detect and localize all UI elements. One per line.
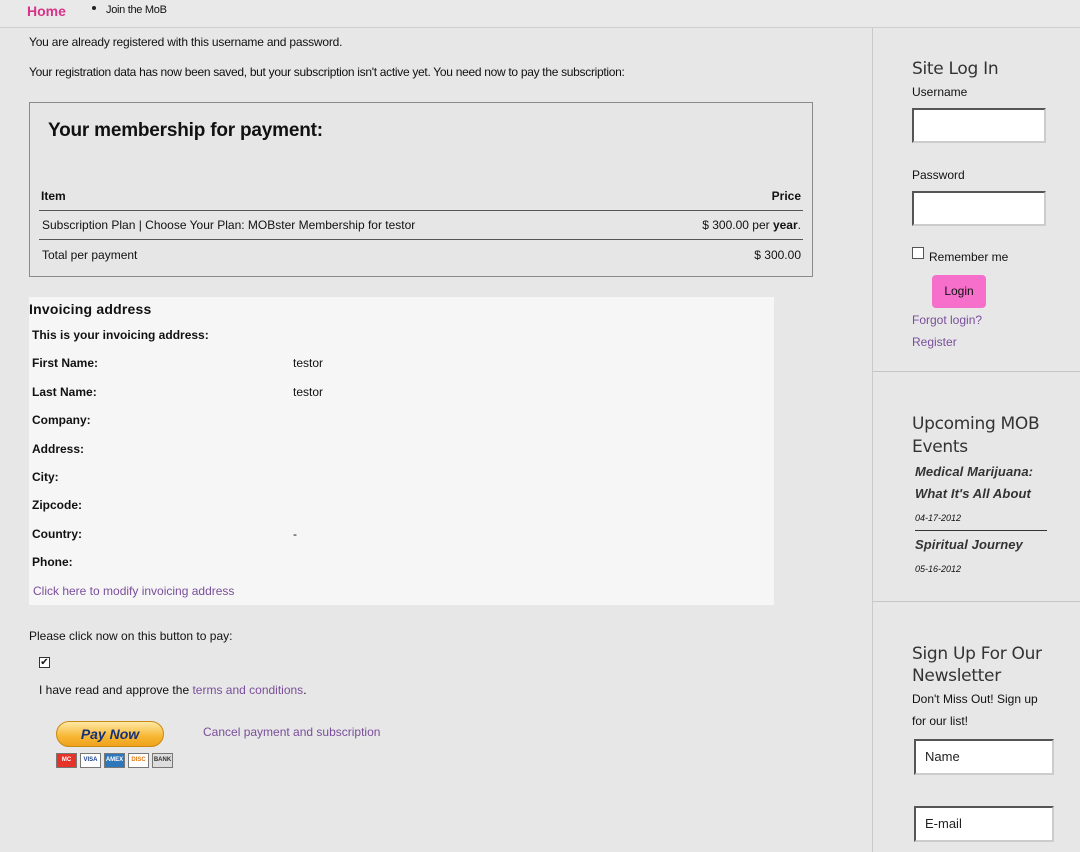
paypal-pay-now-button[interactable]: Pay Now [56, 721, 164, 747]
price-period: year [772, 218, 798, 232]
newsletter-title-line2: Newsletter [912, 666, 1001, 686]
invoicing-title: Invoicing address [29, 301, 152, 317]
field-value: - [293, 527, 297, 541]
field-label: Address: [32, 442, 85, 456]
field-label: Last Name: [32, 385, 97, 399]
event-date: 05-16-2012 [915, 564, 962, 574]
invoice-field-country: Country: - [32, 527, 632, 543]
total-price: $ 300.00 [754, 248, 801, 262]
nav-home-link[interactable]: Home [27, 3, 66, 19]
divider [39, 239, 803, 240]
event-date: 04-17-2012 [915, 513, 962, 523]
terms-suffix: . [303, 683, 307, 697]
divider [915, 530, 1047, 531]
column-header-item: Item [41, 189, 66, 203]
invoice-field-address: Address: [32, 442, 632, 458]
login-title: Site Log In [912, 59, 999, 79]
price-end: . [797, 218, 801, 232]
invoicing-address-panel: Invoicing address This is your invoicing… [29, 297, 774, 605]
top-navigation: Home Join the MoB [0, 0, 1080, 28]
registered-message: You are already registered with this use… [29, 35, 343, 49]
field-label: First Name: [32, 356, 99, 370]
event-title-line2[interactable]: What It's All About [915, 483, 1031, 505]
forgot-login-link[interactable]: Forgot login? [912, 313, 982, 327]
newsletter-name-input[interactable]: Name [914, 739, 1054, 775]
field-label: City: [32, 470, 59, 484]
terms-checkbox[interactable]: ✔ [39, 657, 50, 668]
price-amount: $ 300.00 per [702, 218, 770, 232]
invoicing-subtitle: This is your invoicing address: [32, 328, 209, 342]
event-title[interactable]: Spiritual Journey [915, 534, 1023, 556]
membership-title: Your membership for payment: [48, 120, 323, 141]
payment-instruction: Please click now on this button to pay: [29, 629, 233, 643]
newsletter-title-line1: Sign Up For Our [912, 644, 1042, 664]
cancel-payment-link[interactable]: Cancel payment and subscription [203, 725, 380, 739]
bullet-icon [92, 6, 96, 10]
payment-cards: MC VISA AMEX DISC BANK [56, 753, 173, 768]
column-header-price: Price [771, 189, 801, 203]
username-label: Username [912, 85, 968, 99]
bank-icon: BANK [152, 753, 173, 768]
events-title-line2: Events [912, 437, 968, 457]
newsletter-text: Don't Miss Out! Sign up for our list! [912, 692, 1038, 728]
event-title-line1[interactable]: Medical Marijuana: [915, 461, 1033, 483]
subscription-price: $ 300.00 per year. [702, 218, 801, 232]
total-label: Total per payment [42, 248, 138, 262]
divider [873, 601, 1080, 602]
field-value: testor [293, 385, 324, 399]
discover-icon: DISC [128, 753, 149, 768]
sidebar: Site Log In Username Password Remember m… [872, 28, 1080, 852]
remember-me-label: Remember me [929, 250, 1009, 264]
terms-link[interactable]: terms and conditions [192, 683, 303, 697]
amex-icon: AMEX [104, 753, 125, 768]
mastercard-icon: MC [56, 753, 77, 768]
terms-prefix: I have read and approve the [39, 683, 193, 697]
divider [39, 210, 803, 211]
modify-invoicing-address-link[interactable]: Click here to modify invoicing address [33, 584, 234, 598]
field-label: Zipcode: [32, 498, 82, 512]
nav-join-link[interactable]: Join the MoB [106, 4, 167, 16]
invoice-field-last-name: Last Name: testor [32, 385, 632, 401]
password-label: Password [912, 168, 965, 182]
field-label: Phone: [32, 555, 73, 569]
invoice-field-city: City: [32, 470, 632, 486]
field-value: testor [293, 356, 324, 370]
register-link[interactable]: Register [912, 335, 957, 349]
membership-box: Your membership for payment: Item Price … [29, 102, 813, 277]
terms-statement: I have read and approve the terms and co… [39, 683, 307, 697]
events-title-line1: Upcoming MOB [912, 414, 1040, 434]
newsletter-email-input[interactable]: E-mail [914, 806, 1054, 842]
visa-icon: VISA [80, 753, 101, 768]
remember-me-checkbox[interactable] [912, 247, 924, 259]
saved-message: Your registration data has now been save… [29, 65, 625, 79]
invoice-field-phone: Phone: [32, 555, 632, 571]
password-input[interactable] [912, 191, 1046, 226]
field-label: Country: [32, 527, 82, 541]
field-label: Company: [32, 413, 91, 427]
invoice-field-company: Company: [32, 413, 632, 429]
login-button[interactable]: Login [932, 275, 986, 308]
invoice-field-first-name: First Name: testor [32, 356, 632, 372]
divider [873, 371, 1080, 372]
invoice-field-zipcode: Zipcode: [32, 498, 632, 514]
main-content: You are already registered with this use… [0, 28, 872, 852]
username-input[interactable] [912, 108, 1046, 143]
subscription-item: Subscription Plan | Choose Your Plan: MO… [42, 218, 416, 232]
